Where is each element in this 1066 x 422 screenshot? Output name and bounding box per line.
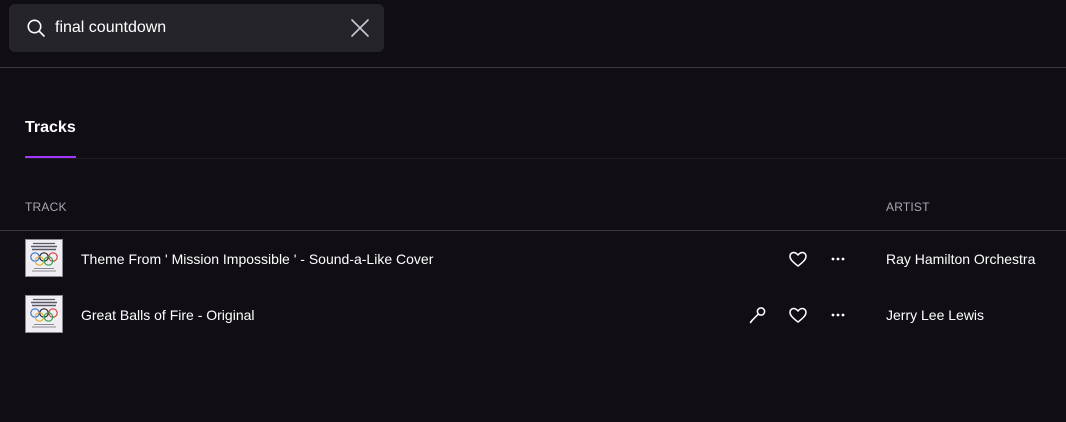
- search-input[interactable]: [55, 4, 335, 52]
- close-icon[interactable]: [348, 16, 372, 40]
- column-header-artist: ARTIST: [886, 200, 930, 214]
- more-options-icon[interactable]: [826, 247, 850, 271]
- album-cover[interactable]: [25, 239, 63, 277]
- heart-icon[interactable]: [786, 303, 810, 327]
- column-header-track: TRACK: [25, 200, 67, 214]
- artist-link[interactable]: Jerry Lee Lewis: [886, 287, 984, 343]
- artist-link[interactable]: Ray Hamilton Orchestra: [886, 231, 1035, 287]
- more-options-icon[interactable]: [826, 303, 850, 327]
- heart-icon[interactable]: [786, 247, 810, 271]
- track-title[interactable]: Great Balls of Fire - Original: [81, 287, 255, 343]
- table-row: Theme From ' Mission Impossible ' - Soun…: [0, 231, 1066, 287]
- microphone-icon[interactable]: [746, 303, 770, 327]
- header-divider: [0, 67, 1066, 68]
- album-cover[interactable]: [25, 295, 63, 333]
- search-box[interactable]: [9, 4, 384, 52]
- search-icon: [26, 18, 46, 38]
- track-title[interactable]: Theme From ' Mission Impossible ' - Soun…: [81, 231, 433, 287]
- tabs-divider: [25, 158, 1066, 159]
- tab-tracks[interactable]: Tracks: [25, 100, 76, 158]
- table-row: Great Balls of Fire - Original Jerry Lee…: [0, 287, 1066, 343]
- tab-tracks-label: Tracks: [25, 119, 76, 136]
- tab-bar: Tracks: [0, 100, 1066, 159]
